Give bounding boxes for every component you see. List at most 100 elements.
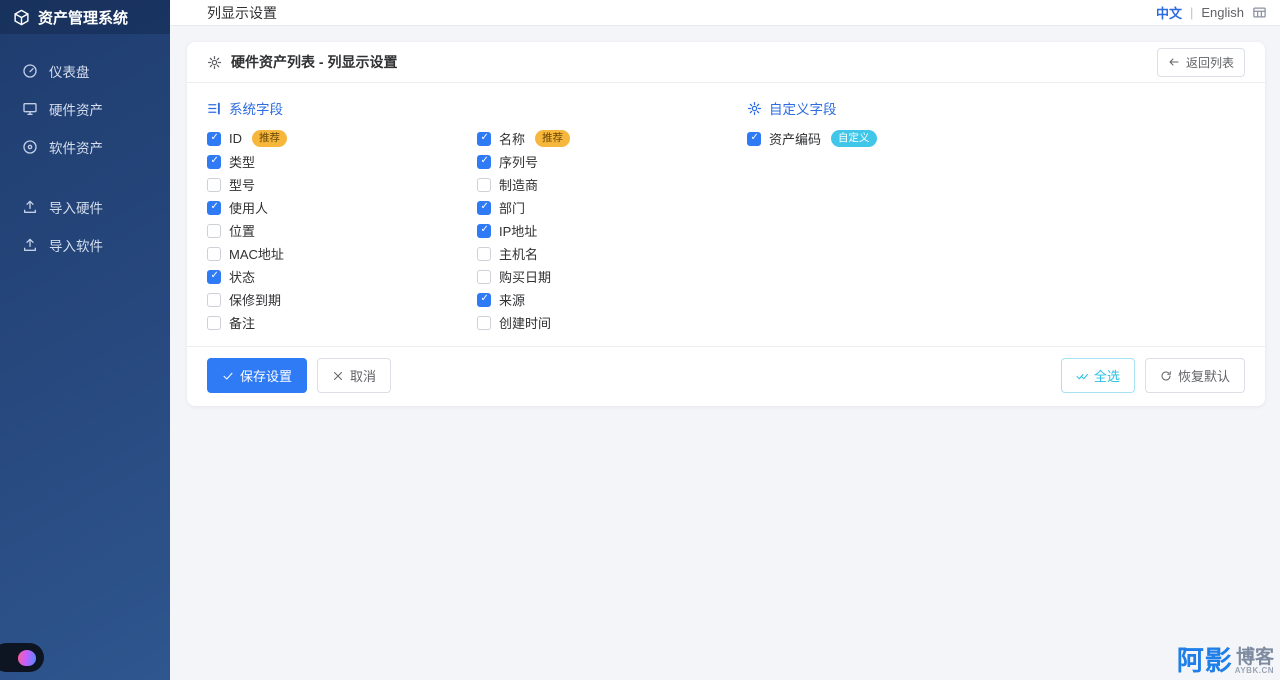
field-checkbox-item[interactable]: ID推荐 — [207, 127, 477, 150]
card-footer: 保存设置 取消 全选 恢复默认 — [187, 346, 1265, 406]
field-checkbox-item[interactable]: IP地址 — [477, 219, 747, 242]
sidebar-import-nav: 导入硬件导入软件 — [0, 188, 170, 264]
field-checkbox-item[interactable]: 创建时间 — [477, 311, 747, 334]
field-checkbox-item[interactable]: 类型 — [207, 150, 477, 173]
sidebar-item-导入硬件[interactable]: 导入硬件 — [0, 188, 170, 226]
field-label: 部门 — [499, 198, 525, 217]
gear-icon — [747, 101, 762, 116]
field-label: 制造商 — [499, 175, 538, 194]
field-label: 名称 — [499, 129, 525, 148]
card-header: 硬件资产列表 - 列显示设置 返回列表 — [187, 42, 1265, 83]
field-label: 状态 — [229, 267, 255, 286]
field-checkbox-item[interactable]: 位置 — [207, 219, 477, 242]
field-checkbox-item[interactable]: 主机名 — [477, 242, 747, 265]
custom-fields-title: 自定义字段 — [747, 99, 1245, 117]
field-checkbox-item[interactable]: MAC地址 — [207, 242, 477, 265]
check-icon — [222, 370, 234, 382]
field-label: 保修到期 — [229, 290, 281, 309]
watermark-main: 阿影 — [1177, 639, 1233, 678]
field-checkbox-item[interactable]: 状态 — [207, 265, 477, 288]
card-title-text: 硬件资产列表 - 列显示设置 — [231, 52, 397, 72]
sidebar-item-label: 软件资产 — [49, 137, 103, 157]
system-fields-col1: ID推荐类型型号使用人位置 MAC地址状态保修到期备注 — [207, 127, 477, 334]
field-checkbox-item[interactable]: 备注 — [207, 311, 477, 334]
custom-fields-col: 资产编码自定义 — [747, 127, 1017, 150]
sidebar-item-label: 硬件资产 — [49, 99, 103, 119]
field-label: 创建时间 — [499, 313, 551, 332]
field-checkbox-item[interactable]: 名称推荐 — [477, 127, 747, 150]
select-all-button[interactable]: 全选 — [1061, 358, 1135, 393]
checkbox-checked[interactable] — [477, 201, 491, 215]
checkbox-unchecked[interactable] — [477, 316, 491, 330]
sidebar-item-导入软件[interactable]: 导入软件 — [0, 226, 170, 264]
field-label: 使用人 — [229, 198, 268, 217]
double-check-icon — [1076, 370, 1088, 382]
lang-zh[interactable]: 中文 — [1156, 3, 1182, 22]
restore-default-button[interactable]: 恢复默认 — [1145, 358, 1245, 393]
checkbox-unchecked[interactable] — [207, 247, 221, 261]
brain-icon — [18, 650, 36, 666]
sidebar-item-label: 导入硬件 — [49, 197, 103, 217]
save-settings-button[interactable]: 保存设置 — [207, 358, 307, 393]
checkbox-unchecked[interactable] — [477, 270, 491, 284]
field-label: 序列号 — [499, 152, 538, 171]
app-title: 资产管理系统 — [38, 7, 128, 28]
back-to-list-button[interactable]: 返回列表 — [1157, 48, 1245, 77]
sidebar-item-label: 导入软件 — [49, 235, 103, 255]
checkbox-checked[interactable] — [207, 270, 221, 284]
checkbox-checked[interactable] — [477, 293, 491, 307]
field-label: 购买日期 — [499, 267, 551, 286]
card-title: 硬件资产列表 - 列显示设置 — [207, 52, 397, 72]
field-checkbox-item[interactable]: 购买日期 — [477, 265, 747, 288]
sidebar-item-硬件资产[interactable]: 硬件资产 — [0, 90, 170, 128]
checkbox-unchecked[interactable] — [477, 247, 491, 261]
lang-en[interactable]: English — [1201, 5, 1244, 20]
checkbox-checked[interactable] — [207, 201, 221, 215]
sidebar-item-软件资产[interactable]: 软件资产 — [0, 128, 170, 166]
close-icon — [332, 370, 344, 382]
checkbox-checked[interactable] — [207, 155, 221, 169]
page-title: 列显示设置 — [207, 3, 277, 23]
cube-icon — [13, 9, 30, 26]
field-badge: 推荐 — [252, 130, 287, 147]
field-label: 来源 — [499, 290, 525, 309]
cancel-button[interactable]: 取消 — [317, 358, 391, 393]
table-icon[interactable] — [1252, 5, 1267, 20]
topbar: 列显示设置 中文 | English — [170, 0, 1280, 26]
checkbox-unchecked[interactable] — [207, 178, 221, 192]
field-label: IP地址 — [499, 221, 537, 240]
checkbox-checked[interactable] — [477, 155, 491, 169]
field-label: MAC地址 — [229, 244, 284, 263]
sidebar: 资产管理系统 仪表盘硬件资产软件资产 导入硬件导入软件 — [0, 0, 170, 680]
watermark-sub: 博客 — [1236, 648, 1274, 667]
field-checkbox-item[interactable]: 保修到期 — [207, 288, 477, 311]
field-badge: 推荐 — [535, 130, 570, 147]
assistant-pill[interactable] — [0, 643, 44, 672]
checkbox-unchecked[interactable] — [207, 293, 221, 307]
checkbox-checked[interactable] — [747, 132, 761, 146]
checkbox-unchecked[interactable] — [207, 224, 221, 238]
checkbox-unchecked[interactable] — [207, 316, 221, 330]
checkbox-unchecked[interactable] — [477, 178, 491, 192]
field-checkbox-item[interactable]: 部门 — [477, 196, 747, 219]
field-label: 型号 — [229, 175, 255, 194]
sidebar-item-仪表盘[interactable]: 仪表盘 — [0, 52, 170, 90]
checkbox-checked[interactable] — [207, 132, 221, 146]
upload-icon — [22, 237, 38, 253]
field-checkbox-item[interactable]: 使用人 — [207, 196, 477, 219]
gear-icon — [207, 55, 222, 70]
checkbox-checked[interactable] — [477, 224, 491, 238]
field-checkbox-item[interactable]: 来源 — [477, 288, 747, 311]
checkbox-checked[interactable] — [477, 132, 491, 146]
disc-icon — [22, 139, 38, 155]
columns-icon — [207, 101, 222, 116]
card-body: 系统字段 ID推荐类型型号使用人位置MAC地址状态保修到期备注 名称推荐序列号制… — [187, 83, 1265, 346]
field-checkbox-item[interactable]: 序列号 — [477, 150, 747, 173]
sidebar-nav: 仪表盘硬件资产软件资产 — [0, 52, 170, 166]
field-checkbox-item[interactable]: 制造商 — [477, 173, 747, 196]
field-label: 位置 — [229, 221, 255, 240]
app-logo: 资产管理系统 — [0, 0, 170, 34]
field-checkbox-item[interactable]: 资产编码自定义 — [747, 127, 1017, 150]
field-checkbox-item[interactable]: 型号 — [207, 173, 477, 196]
system-fields-section: 系统字段 ID推荐类型型号使用人位置MAC地址状态保修到期备注 名称推荐序列号制… — [207, 99, 747, 334]
